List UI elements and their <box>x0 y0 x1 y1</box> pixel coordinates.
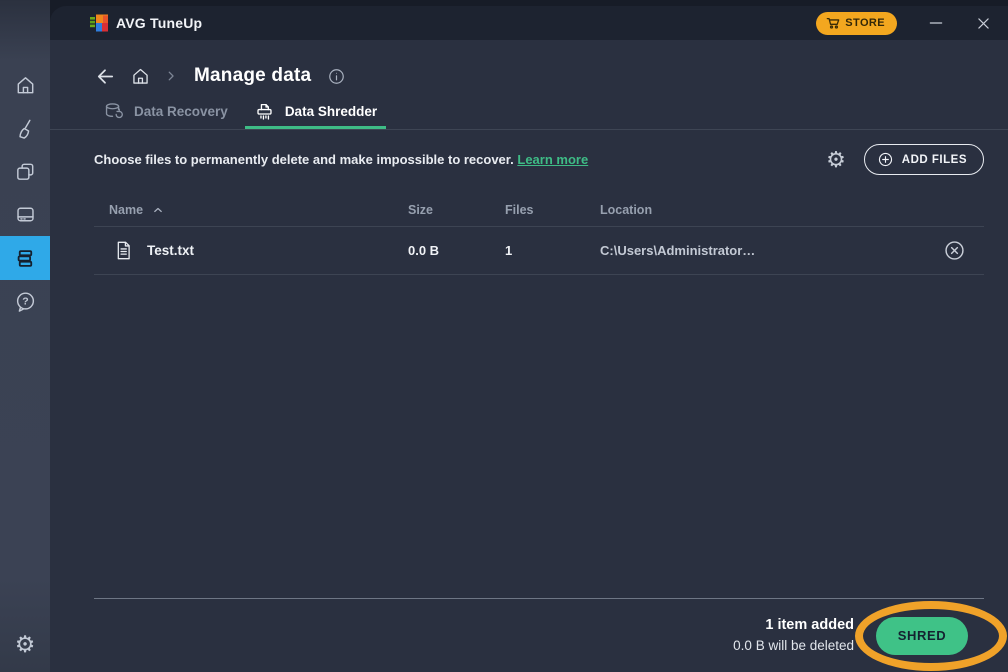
column-header-files[interactable]: Files <box>505 203 600 217</box>
sidebar-item-home[interactable] <box>0 64 50 107</box>
shred-button[interactable]: SHRED <box>876 617 968 655</box>
broom-icon <box>14 117 37 140</box>
sidebar: ? ⚙ <box>0 0 50 672</box>
stack-icon <box>14 247 37 270</box>
remove-circle-x-icon <box>943 239 966 262</box>
sidebar-item-help[interactable]: ? <box>0 280 50 323</box>
sidebar-item-disk[interactable] <box>0 193 50 236</box>
column-header-location[interactable]: Location <box>600 203 924 217</box>
tab-data-shredder[interactable]: Data Shredder <box>245 97 386 129</box>
back-button[interactable] <box>94 65 117 88</box>
toolbar-actions: ⚙ ADD FILES <box>826 144 984 175</box>
footer: 1 item added 0.0 B will be deleted SHRED <box>94 598 984 672</box>
home-icon <box>14 74 37 97</box>
settings-gear-icon[interactable]: ⚙ <box>15 633 36 656</box>
cart-icon <box>826 16 840 30</box>
tab-label: Data Shredder <box>285 104 377 119</box>
table-header-row: Name Size Files Location <box>94 193 984 227</box>
breadcrumb: Manage data <box>50 40 1008 91</box>
titlebar: AVG TuneUp STORE <box>50 6 1008 40</box>
sidebar-item-programs[interactable] <box>0 150 50 193</box>
remove-item-button[interactable] <box>943 239 966 262</box>
tab-data-recovery[interactable]: Data Recovery <box>94 97 237 129</box>
close-icon <box>975 15 992 32</box>
file-name: Test.txt <box>147 243 194 258</box>
close-button[interactable] <box>975 15 992 32</box>
size-to-delete-text: 0.0 B will be deleted <box>733 636 854 657</box>
file-size: 0.0 B <box>408 243 505 258</box>
content-area: Manage data Data Recovery Data Shredder <box>50 40 1008 672</box>
table-row: Test.txt 0.0 B 1 C:\Users\Administrator… <box>94 227 984 275</box>
drive-icon <box>14 203 37 226</box>
data-shredder-icon <box>254 101 275 122</box>
store-label: STORE <box>845 17 885 29</box>
svg-text:?: ? <box>22 296 28 308</box>
tab-label: Data Recovery <box>134 104 228 119</box>
sort-asc-icon <box>152 204 164 216</box>
learn-more-link[interactable]: Learn more <box>517 152 588 167</box>
main-panel: AVG TuneUp STORE Manage data <box>50 6 1008 672</box>
sidebar-item-manage-data[interactable] <box>0 236 50 280</box>
minimize-button[interactable] <box>927 14 945 32</box>
data-recovery-icon <box>103 101 124 122</box>
file-location: C:\Users\Administrator… <box>600 243 924 258</box>
toolbar: Choose files to permanently delete and m… <box>50 130 1008 187</box>
chevron-right-icon <box>164 69 178 83</box>
empty-space <box>50 275 1008 598</box>
windows-icon <box>14 160 37 183</box>
file-count: 1 <box>505 243 600 258</box>
info-icon[interactable] <box>327 67 346 86</box>
sidebar-item-cleaning[interactable] <box>0 107 50 150</box>
column-header-size[interactable]: Size <box>408 203 505 217</box>
add-files-label: ADD FILES <box>902 154 967 166</box>
document-icon <box>114 240 133 261</box>
page-title: Manage data <box>194 65 311 87</box>
back-arrow-icon <box>94 65 117 88</box>
shredder-settings-gear-icon[interactable]: ⚙ <box>826 149 846 171</box>
column-header-name[interactable]: Name <box>94 203 408 217</box>
plus-circle-icon <box>877 151 894 168</box>
items-added-text: 1 item added <box>733 614 854 636</box>
file-name-cell: Test.txt <box>94 240 408 261</box>
home-icon <box>130 66 151 87</box>
avg-logo <box>90 14 108 32</box>
add-files-button[interactable]: ADD FILES <box>864 144 984 175</box>
description-text: Choose files to permanently delete and m… <box>94 152 588 167</box>
selection-summary: 1 item added 0.0 B will be deleted <box>733 614 854 657</box>
breadcrumb-home-button[interactable] <box>130 66 151 87</box>
store-button[interactable]: STORE <box>816 12 897 35</box>
app-title: AVG TuneUp <box>116 15 202 31</box>
file-table: Name Size Files Location Test.txt 0.0 B … <box>94 193 984 275</box>
help-icon: ? <box>14 290 37 313</box>
tab-bar: Data Recovery Data Shredder <box>50 97 1008 130</box>
minimize-icon <box>927 14 945 32</box>
